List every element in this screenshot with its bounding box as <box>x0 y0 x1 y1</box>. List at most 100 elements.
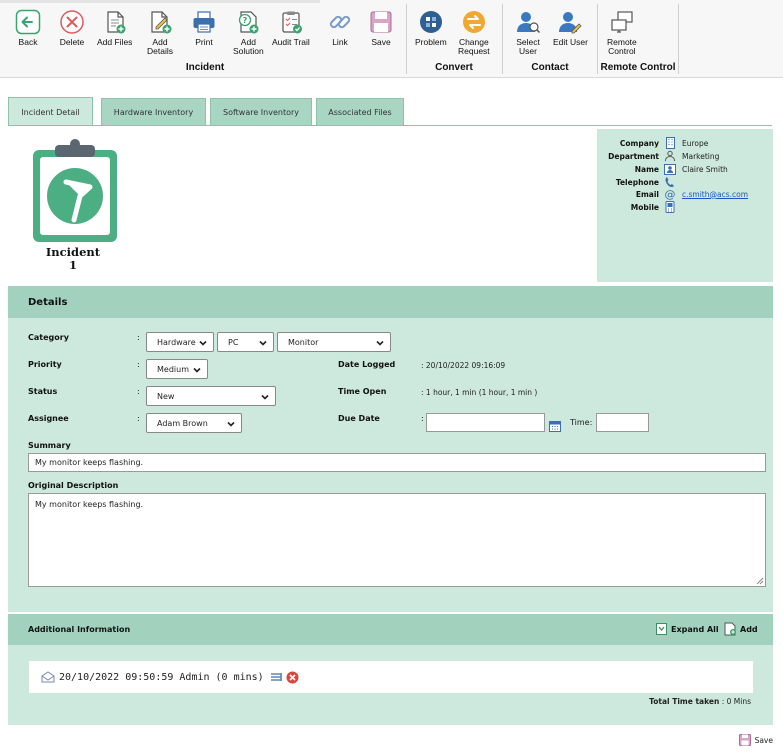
chevron-down-icon <box>259 340 267 346</box>
time-open-label: Time Open <box>338 387 387 396</box>
floppy-save-icon <box>738 734 751 746</box>
assignee-select-value: Adam Brown <box>157 418 208 428</box>
audit-trail-label: Audit Trail <box>272 37 310 47</box>
subcategory-select[interactable]: PC <box>217 332 274 352</box>
contact-name-row: Name Claire Smith <box>597 163 773 175</box>
note-entry[interactable]: 20/10/2022 09:50:59 Admin (0 mins) <box>29 661 753 693</box>
due-date-input[interactable] <box>426 413 545 432</box>
email-label: Email <box>635 189 659 199</box>
add-solution-label: Add Solution <box>233 37 264 56</box>
delete-button[interactable]: Delete <box>58 8 86 47</box>
department-value: Marketing <box>682 151 720 161</box>
item-select[interactable]: Monitor <box>277 332 391 352</box>
save-label: Save <box>371 37 391 47</box>
print-button[interactable]: Print <box>190 8 218 47</box>
category-select[interactable]: Hardware <box>146 332 214 352</box>
footer-save-label: Save <box>754 735 773 745</box>
contact-mobile-row: Mobile <box>597 201 773 213</box>
due-date-label: Due Date <box>338 414 380 423</box>
problem-puzzle-icon <box>417 8 445 36</box>
problem-button[interactable]: Problem <box>415 8 447 47</box>
add-file-icon <box>101 8 129 36</box>
delete-note-icon[interactable] <box>286 671 299 684</box>
id-card-icon <box>664 163 676 175</box>
due-time-input[interactable] <box>596 413 649 432</box>
subcategory-select-value: PC <box>228 337 239 347</box>
company-value: Europe <box>682 138 709 148</box>
select-user-button[interactable]: Select User <box>514 8 542 56</box>
date-logged-label: Date Logged <box>338 360 396 369</box>
status-select[interactable]: New <box>146 386 276 406</box>
remote-control-label: Remote Control <box>607 37 637 56</box>
category-label: Category <box>28 333 69 342</box>
select-user-label: Select User <box>516 37 540 56</box>
ribbon-separator <box>406 4 407 74</box>
due-date-colon: : <box>421 414 424 423</box>
status-select-value: New <box>157 391 175 401</box>
add-note-label: Add <box>740 624 758 634</box>
contact-group-label: Contact <box>531 62 569 73</box>
incident-number: 1 <box>68 258 77 272</box>
expand-all-button[interactable]: Expand All <box>656 623 719 635</box>
expand-all-label: Expand All <box>671 624 719 634</box>
add-solution-button[interactable]: ? Add Solution <box>233 8 264 56</box>
chevron-down-icon <box>261 394 269 400</box>
add-note-icon <box>724 622 736 636</box>
convert-group-label: Convert <box>435 62 473 73</box>
envelope-icon <box>41 671 55 683</box>
audit-checklist-icon <box>277 8 305 36</box>
tab-incident-detail[interactable]: Incident Detail <box>8 97 93 126</box>
description-text: My monitor keeps flashing. <box>35 500 144 509</box>
priority-colon: : <box>137 360 140 369</box>
edit-user-button[interactable]: Edit User <box>553 8 588 47</box>
mobile-label: Mobile <box>630 202 659 212</box>
resize-grip-icon[interactable] <box>756 577 764 585</box>
floppy-save-icon <box>367 8 395 36</box>
telephone-label: Telephone <box>615 177 659 187</box>
category-colon: : <box>137 333 140 342</box>
at-sign-icon: @ <box>664 187 676 201</box>
tab-hardware-inventory[interactable]: Hardware Inventory <box>101 98 206 125</box>
add-details-button[interactable]: Add Details <box>146 8 174 56</box>
remote-screens-icon <box>608 8 636 36</box>
email-link[interactable]: c.smith@acs.com <box>682 190 748 199</box>
assignee-colon: : <box>137 414 140 423</box>
description-textarea[interactable]: My monitor keeps flashing. <box>28 493 766 587</box>
tab-software-inventory[interactable]: Software Inventory <box>210 98 312 125</box>
expand-all-icon <box>656 623 667 635</box>
contact-telephone-row: Telephone <box>597 176 773 188</box>
svg-text:?: ? <box>243 16 248 25</box>
priority-select[interactable]: Medium <box>146 359 208 379</box>
delete-x-icon <box>58 8 86 36</box>
ribbon-separator <box>597 4 598 74</box>
details-heading: Details <box>28 296 68 308</box>
link-button[interactable]: Link <box>326 8 354 47</box>
change-request-label: Change Request <box>458 37 490 56</box>
incident-clipboard-icon <box>30 138 118 244</box>
back-button[interactable]: Back <box>14 8 42 47</box>
delete-label: Delete <box>59 37 85 47</box>
chevron-down-icon <box>199 340 207 346</box>
footer-save-button[interactable]: Save <box>738 734 773 746</box>
back-arrow-icon <box>14 8 42 36</box>
description-label: Original Description <box>28 481 119 490</box>
department-label: Department <box>608 151 659 161</box>
status-colon: : <box>137 387 140 396</box>
audit-trail-button[interactable]: Audit Trail <box>272 8 310 47</box>
assignee-select[interactable]: Adam Brown <box>146 413 242 433</box>
select-user-icon <box>514 8 542 36</box>
telephone-icon <box>664 176 676 188</box>
add-files-button[interactable]: Add Files <box>97 8 132 47</box>
tab-associated-files[interactable]: Associated Files <box>316 98 404 125</box>
summary-input[interactable]: My monitor keeps flashing. <box>28 453 766 472</box>
assignee-label: Assignee <box>28 414 69 423</box>
edit-note-icon[interactable] <box>270 672 284 682</box>
calendar-icon[interactable] <box>549 417 561 432</box>
print-label: Print <box>195 37 213 47</box>
problem-label: Problem <box>415 37 447 47</box>
remote-control-button[interactable]: Remote Control <box>607 8 637 56</box>
save-button[interactable]: Save <box>367 8 395 47</box>
add-note-button[interactable]: Add <box>723 622 758 636</box>
change-request-button[interactable]: Change Request <box>458 8 490 56</box>
building-icon <box>664 137 676 149</box>
